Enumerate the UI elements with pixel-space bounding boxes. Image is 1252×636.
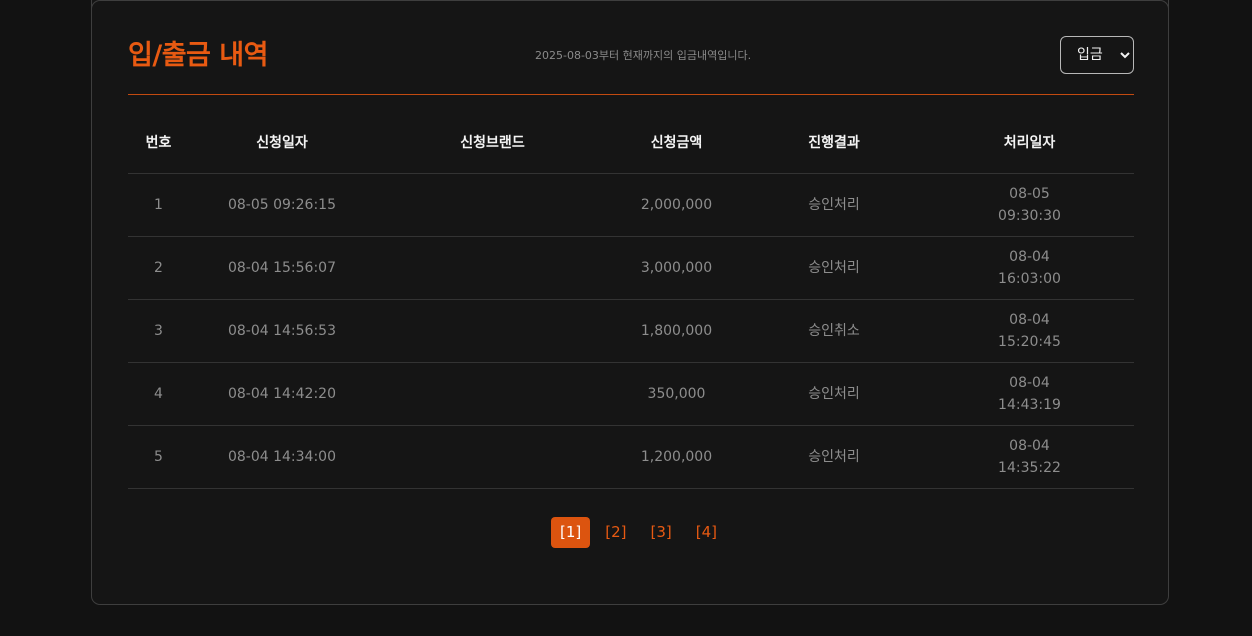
cell-amount: 2,000,000 xyxy=(610,173,743,237)
column-header-brand: 신청브랜드 xyxy=(375,111,610,174)
cell-processed-date: 08-04 16:03:00 xyxy=(925,236,1134,300)
table-row: 3 08-04 14:56:53 1,800,000 승인취소 08-04 15… xyxy=(128,299,1134,363)
cell-brand xyxy=(375,236,610,300)
table-row: 1 08-05 09:26:15 2,000,000 승인처리 08-05 09… xyxy=(128,173,1134,237)
cell-brand xyxy=(375,425,610,489)
page-link-2[interactable]: [2] xyxy=(596,517,635,548)
processed-date: 08-05 xyxy=(1009,186,1050,202)
cell-request-date: 08-04 15:56:07 xyxy=(189,236,375,300)
panel-header: 입/출금 내역 2025-08-03부터 현재까지의 입금내역입니다. 입금 xyxy=(128,36,1134,76)
cell-request-date: 08-04 14:56:53 xyxy=(189,299,375,363)
processed-date: 08-04 xyxy=(1009,438,1050,454)
cell-request-date: 08-05 09:26:15 xyxy=(189,173,375,237)
processed-time: 14:35:22 xyxy=(998,460,1061,476)
cell-result: 승인처리 xyxy=(743,362,925,426)
table-row: 4 08-04 14:42:20 350,000 승인처리 08-04 14:4… xyxy=(128,362,1134,426)
column-header-processed-date: 처리일자 xyxy=(925,111,1134,174)
cell-processed-date: 08-04 15:20:45 xyxy=(925,299,1134,363)
cell-brand xyxy=(375,173,610,237)
table-header-row: 번호 신청일자 신청브랜드 신청금액 진행결과 처리일자 xyxy=(128,111,1134,174)
processed-date: 08-04 xyxy=(1009,312,1050,328)
cell-request-date: 08-04 14:42:20 xyxy=(189,362,375,426)
page-link-3[interactable]: [3] xyxy=(642,517,681,548)
column-header-result: 진행결과 xyxy=(743,111,925,174)
cell-result: 승인처리 xyxy=(743,425,925,489)
transaction-type-select[interactable]: 입금 xyxy=(1060,36,1134,74)
date-range-note: 2025-08-03부터 현재까지의 입금내역입니다. xyxy=(535,49,752,62)
cell-number: 4 xyxy=(128,362,189,426)
processed-time: 09:30:30 xyxy=(998,208,1061,224)
header-divider xyxy=(128,94,1134,95)
processed-time: 15:20:45 xyxy=(998,334,1061,350)
column-header-request-date: 신청일자 xyxy=(189,111,375,174)
cell-number: 2 xyxy=(128,236,189,300)
cell-processed-date: 08-04 14:35:22 xyxy=(925,425,1134,489)
history-table: 번호 신청일자 신청브랜드 신청금액 진행결과 처리일자 1 08-05 09:… xyxy=(128,111,1134,489)
pagination: [1] [2] [3] [4] xyxy=(551,516,732,548)
cell-brand xyxy=(375,362,610,426)
page-title: 입/출금 내역 xyxy=(128,40,268,71)
cell-number: 3 xyxy=(128,299,189,363)
cell-amount: 1,800,000 xyxy=(610,299,743,363)
cell-request-date: 08-04 14:34:00 xyxy=(189,425,375,489)
column-header-number: 번호 xyxy=(128,111,189,174)
page-link-1[interactable]: [1] xyxy=(551,516,591,548)
cell-processed-date: 08-04 14:43:19 xyxy=(925,362,1134,426)
processed-date: 08-04 xyxy=(1009,375,1050,391)
table-row: 5 08-04 14:34:00 1,200,000 승인처리 08-04 14… xyxy=(128,425,1134,489)
page-link-4[interactable]: [4] xyxy=(687,517,726,548)
history-panel: 입/출금 내역 2025-08-03부터 현재까지의 입금내역입니다. 입금 번… xyxy=(91,0,1169,605)
cell-result: 승인처리 xyxy=(743,236,925,300)
cell-number: 5 xyxy=(128,425,189,489)
cell-brand xyxy=(375,299,610,363)
cell-result: 승인처리 xyxy=(743,173,925,237)
cell-result: 승인취소 xyxy=(743,299,925,363)
column-header-amount: 신청금액 xyxy=(610,111,743,174)
processed-time: 16:03:00 xyxy=(998,271,1061,287)
processed-time: 14:43:19 xyxy=(998,397,1061,413)
cell-amount: 1,200,000 xyxy=(610,425,743,489)
cell-amount: 3,000,000 xyxy=(610,236,743,300)
cell-processed-date: 08-05 09:30:30 xyxy=(925,173,1134,237)
table-row: 2 08-04 15:56:07 3,000,000 승인처리 08-04 16… xyxy=(128,236,1134,300)
cell-number: 1 xyxy=(128,173,189,237)
processed-date: 08-04 xyxy=(1009,249,1050,265)
cell-amount: 350,000 xyxy=(610,362,743,426)
